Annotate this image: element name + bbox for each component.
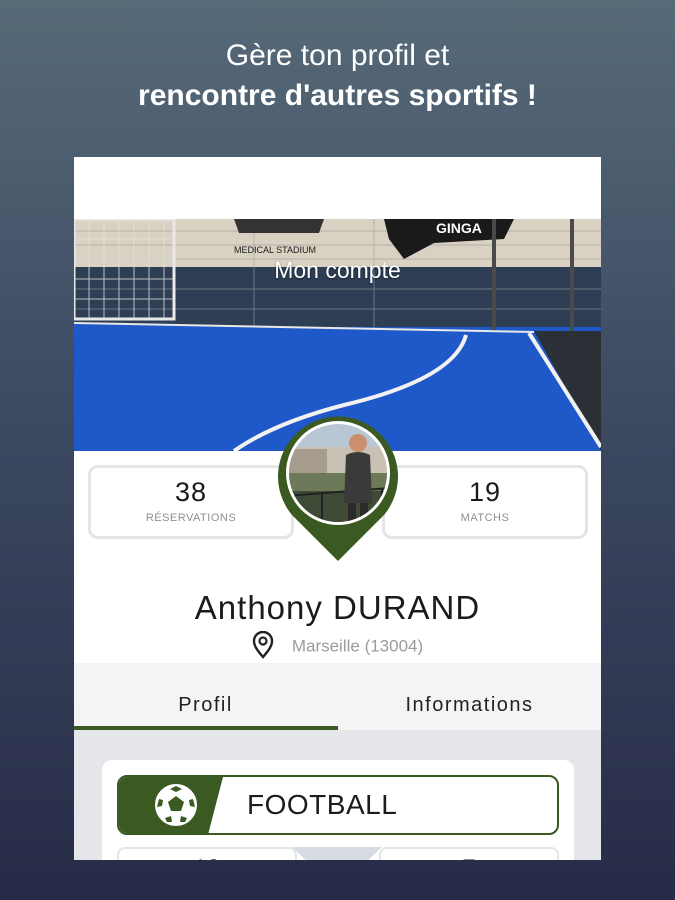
matchs-count: 19: [468, 477, 502, 507]
user-name: Anthony DURAND: [194, 589, 481, 626]
promo-headline: Gère ton profil et rencontre d'autres sp…: [0, 36, 675, 116]
headline-line-1: Gère ton profil et: [225, 39, 450, 72]
reservations-label: RÉSERVATIONS: [145, 512, 237, 524]
sport-stat-divider: [292, 847, 382, 860]
location-text: Marseille (13004): [291, 636, 424, 656]
reservations-count: 38: [174, 477, 208, 507]
phone-screen: GINGA MEDICAL STADIUM Mon compte 38 RÉSE…: [74, 157, 601, 860]
sport-name: FOOTBALL: [247, 789, 398, 820]
profile-tabs: Profil Informations: [74, 663, 601, 730]
soccer-ball-icon: [155, 784, 197, 826]
brand-text: GINGA: [436, 220, 482, 236]
avatar[interactable]: [272, 407, 404, 565]
user-location: Marseille (13004): [74, 631, 601, 659]
matchs-label: MATCHS: [460, 512, 510, 524]
sport-stat-right: 7: [379, 847, 559, 860]
page-title: Mon compte: [274, 257, 401, 283]
sport-stat-left: 10: [117, 847, 297, 860]
headline-line-2: rencontre d'autres sportifs !: [138, 79, 537, 112]
tab-informations[interactable]: Informations: [338, 663, 601, 730]
tab-profil[interactable]: Profil: [74, 663, 337, 730]
reservations-stat[interactable]: 38 RÉSERVATIONS: [88, 465, 294, 539]
matchs-stat[interactable]: 19 MATCHS: [382, 465, 588, 539]
banner-text: MEDICAL STADIUM: [234, 245, 316, 255]
sport-header[interactable]: FOOTBALL: [117, 775, 559, 835]
location-pin-icon: [252, 631, 274, 659]
